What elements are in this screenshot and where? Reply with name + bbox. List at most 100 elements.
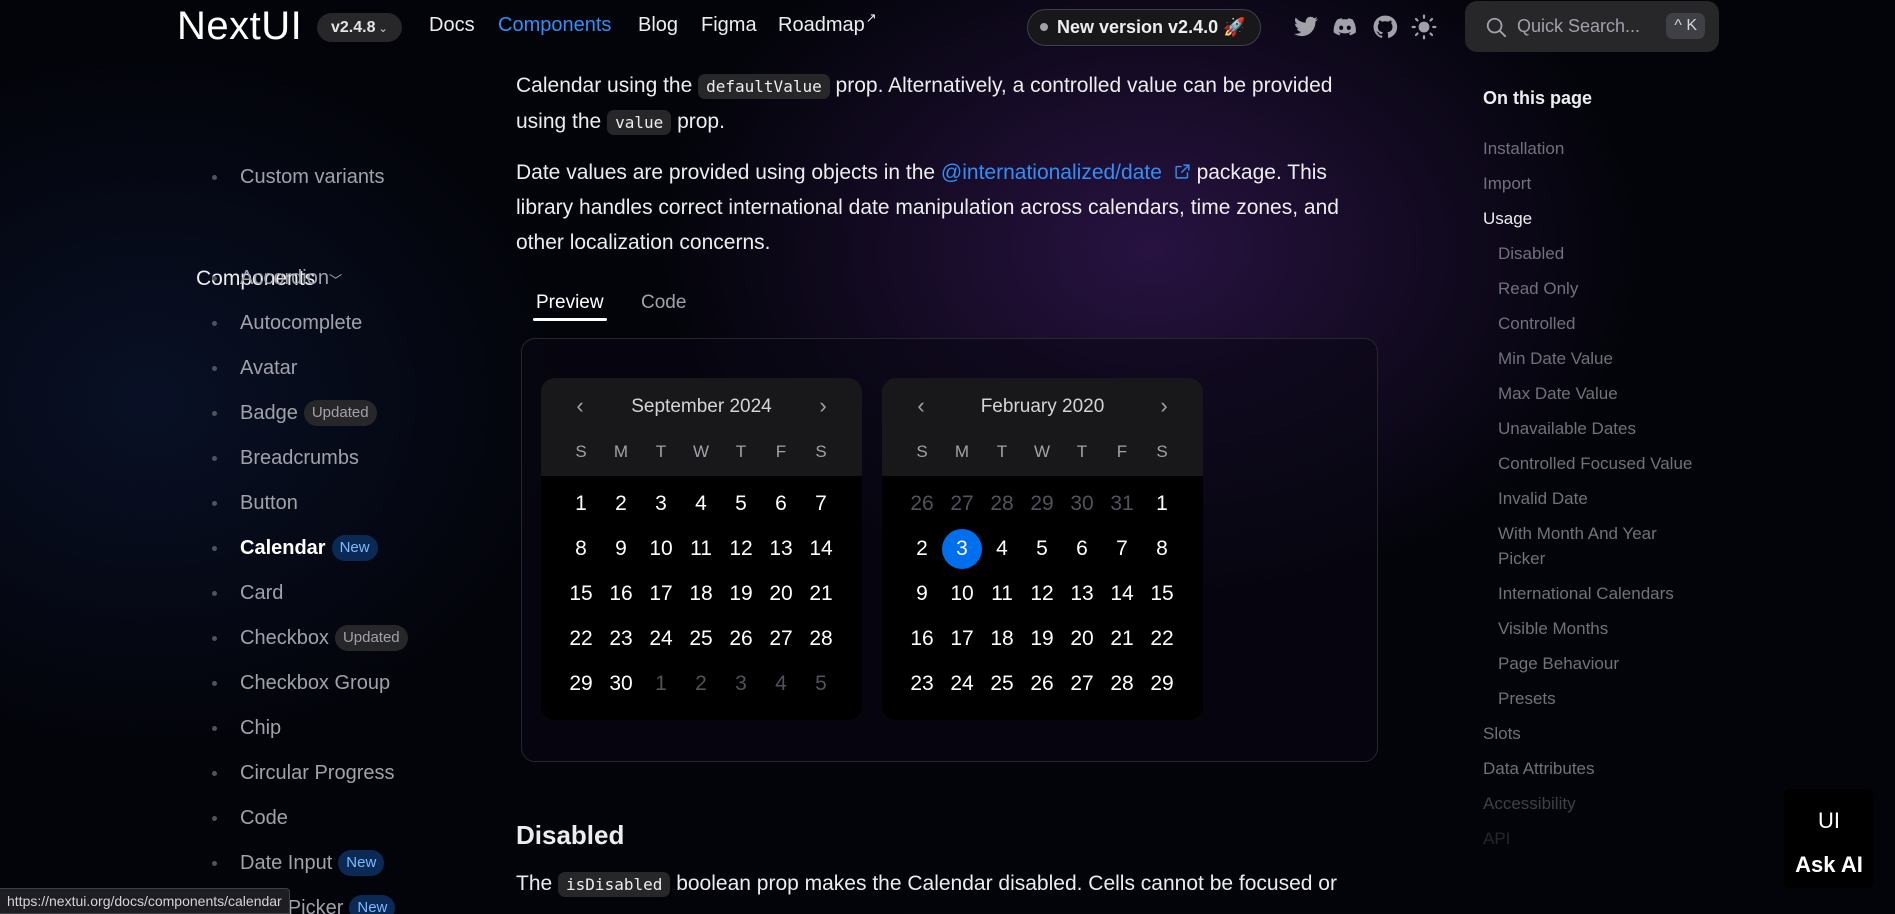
calendar-day[interactable]: 21 xyxy=(801,574,841,614)
version-dropdown[interactable]: v2.4.8 ⌄ xyxy=(317,13,402,42)
sidebar-item-card[interactable]: Card xyxy=(211,578,283,608)
calendar-day[interactable]: 9 xyxy=(601,529,641,569)
discord-icon[interactable] xyxy=(1332,14,1358,40)
calendar-day[interactable]: 13 xyxy=(1062,574,1102,614)
calendar-day[interactable]: 5 xyxy=(721,484,761,524)
calendar-day[interactable]: 19 xyxy=(1022,619,1062,659)
toc-item-api[interactable]: API xyxy=(1483,826,1510,851)
tab-preview[interactable]: Preview xyxy=(536,292,604,314)
sidebar-item-checkbox-group[interactable]: Checkbox Group xyxy=(211,668,390,698)
calendar-day[interactable]: 17 xyxy=(942,619,982,659)
calendar-day[interactable]: 17 xyxy=(641,574,681,614)
chevron-right-icon[interactable]: › xyxy=(1152,393,1176,419)
calendar-day[interactable]: 28 xyxy=(1102,664,1142,704)
calendar-day[interactable]: 8 xyxy=(1142,529,1182,569)
calendar-day[interactable]: 14 xyxy=(801,529,841,569)
sidebar-item-badge[interactable]: Badge Updated xyxy=(212,398,377,428)
calendar-day[interactable]: 29 xyxy=(1142,664,1182,704)
calendar-day[interactable]: 1 xyxy=(1142,484,1182,524)
calendar-day[interactable]: 24 xyxy=(942,664,982,704)
toc-item-data-attributes[interactable]: Data Attributes xyxy=(1483,756,1595,781)
calendar-day[interactable]: 6 xyxy=(1062,529,1102,569)
sidebar-item-custom-variants[interactable]: Custom variants xyxy=(212,162,385,192)
calendar-day[interactable]: 15 xyxy=(1142,574,1182,614)
calendar-day[interactable]: 16 xyxy=(601,574,641,614)
sidebar-item-circular-progress[interactable]: Circular Progress xyxy=(211,758,394,788)
sidebar-item-date-input[interactable]: Date Input New xyxy=(211,848,385,878)
calendar-day[interactable]: 27 xyxy=(1062,664,1102,704)
toc-item-controlled[interactable]: Controlled xyxy=(1498,311,1698,336)
calendar-day[interactable]: 23 xyxy=(601,619,641,659)
calendar-day[interactable]: 26 xyxy=(1022,664,1062,704)
calendar-day[interactable]: 2 xyxy=(902,529,942,569)
github-icon[interactable] xyxy=(1372,14,1398,40)
chevron-right-icon[interactable]: › xyxy=(811,393,835,419)
nav-roadmap[interactable]: Roadmap↗ xyxy=(778,10,877,37)
toc-item-international-calendars[interactable]: International Calendars xyxy=(1498,581,1698,606)
calendar-day[interactable]: 3 xyxy=(641,484,681,524)
calendar-day[interactable]: 10 xyxy=(942,574,982,614)
toc-item-max-date-value[interactable]: Max Date Value xyxy=(1498,381,1698,406)
nav-blog[interactable]: Blog xyxy=(638,14,678,37)
sidebar-item-checkbox[interactable]: Checkbox Updated xyxy=(212,623,408,653)
calendar-day[interactable]: 30 xyxy=(601,664,641,704)
sidebar-item-button[interactable]: Button xyxy=(212,488,298,518)
calendar-day[interactable]: 5 xyxy=(1022,529,1062,569)
logo[interactable]: NextUI xyxy=(177,4,302,49)
nav-components[interactable]: Components xyxy=(498,14,611,37)
calendar-day[interactable]: 7 xyxy=(801,484,841,524)
toc-item-usage[interactable]: Usage xyxy=(1483,206,1532,231)
tab-code[interactable]: Code xyxy=(641,292,686,314)
toc-item-page-behaviour[interactable]: Page Behaviour xyxy=(1498,651,1698,676)
calendar-day[interactable]: 1 xyxy=(561,484,601,524)
calendar-day[interactable]: 18 xyxy=(681,574,721,614)
calendar-day[interactable]: 10 xyxy=(641,529,681,569)
sidebar-item-avatar[interactable]: Avatar xyxy=(211,353,297,383)
calendar-day[interactable]: 13 xyxy=(761,529,801,569)
calendar-day[interactable]: 29 xyxy=(561,664,601,704)
sidebar-item-breadcrumbs[interactable]: Breadcrumbs xyxy=(212,443,359,473)
toc-item-unavailable-dates[interactable]: Unavailable Dates xyxy=(1498,416,1698,441)
calendar-day[interactable]: 25 xyxy=(982,664,1022,704)
calendar-day[interactable]: 6 xyxy=(761,484,801,524)
quick-search-button[interactable]: Quick Search... ^ K xyxy=(1465,1,1719,52)
calendar-day[interactable]: 26 xyxy=(721,619,761,659)
calendar-day[interactable]: 7 xyxy=(1102,529,1142,569)
calendar-day[interactable]: 19 xyxy=(721,574,761,614)
new-version-banner[interactable]: New version v2.4.0 🚀 xyxy=(1027,9,1261,46)
calendar-day[interactable]: 8 xyxy=(561,529,601,569)
internationalized-date-link[interactable]: @internationalized/date xyxy=(941,161,1191,184)
toc-item-controlled-focused-value[interactable]: Controlled Focused Value xyxy=(1498,451,1698,476)
toc-item-invalid-date[interactable]: Invalid Date xyxy=(1498,486,1698,511)
calendar-day[interactable]: 22 xyxy=(561,619,601,659)
calendar-day[interactable]: 28 xyxy=(801,619,841,659)
toc-item-installation[interactable]: Installation xyxy=(1483,136,1564,161)
calendar-day[interactable]: 11 xyxy=(982,574,1022,614)
toc-item-slots[interactable]: Slots xyxy=(1483,721,1521,746)
calendar-day[interactable]: 16 xyxy=(902,619,942,659)
sidebar-item-chip[interactable]: Chip xyxy=(211,713,281,743)
toc-item-presets[interactable]: Presets xyxy=(1498,686,1698,711)
calendar-day[interactable]: 21 xyxy=(1102,619,1142,659)
toc-item-read-only[interactable]: Read Only xyxy=(1498,276,1698,301)
calendar-day-selected[interactable]: 3 xyxy=(942,529,982,569)
calendar-day[interactable]: 2 xyxy=(601,484,641,524)
twitter-icon[interactable] xyxy=(1293,14,1319,40)
sidebar-item-calendar[interactable]: Calendar New xyxy=(212,533,378,563)
calendar-day[interactable]: 20 xyxy=(1062,619,1102,659)
calendar-day[interactable]: 12 xyxy=(721,529,761,569)
toc-item-with-month-and-year-picker[interactable]: With Month And Year Picker xyxy=(1498,521,1698,571)
calendar-day[interactable]: 23 xyxy=(902,664,942,704)
calendar-day[interactable]: 4 xyxy=(982,529,1022,569)
calendar-day[interactable]: 24 xyxy=(641,619,681,659)
sidebar-item-autocomplete[interactable]: Autocomplete xyxy=(211,308,362,338)
sidebar-item-accordion[interactable]: Accordion xyxy=(212,263,329,293)
nav-docs[interactable]: Docs xyxy=(429,14,475,37)
calendar-day[interactable]: 18 xyxy=(982,619,1022,659)
nav-figma[interactable]: Figma xyxy=(701,14,757,37)
calendar-day[interactable]: 20 xyxy=(761,574,801,614)
calendar-day[interactable]: 15 xyxy=(561,574,601,614)
toc-item-visible-months[interactable]: Visible Months xyxy=(1498,616,1698,641)
toc-item-min-date-value[interactable]: Min Date Value xyxy=(1498,346,1698,371)
calendar-day[interactable]: 4 xyxy=(681,484,721,524)
